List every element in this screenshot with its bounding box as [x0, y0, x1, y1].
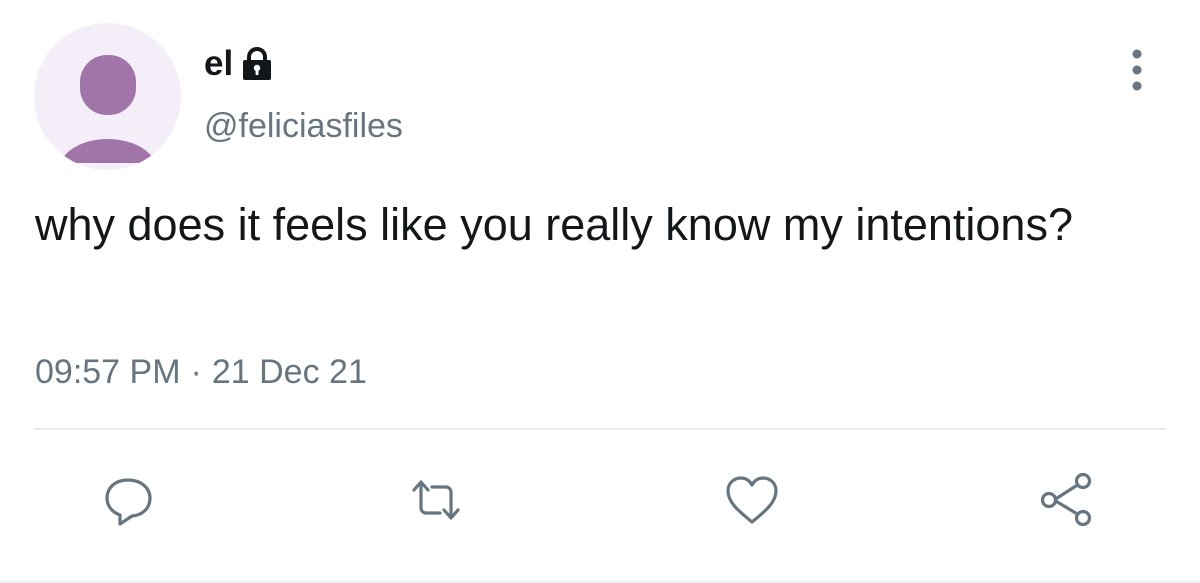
avatar[interactable]	[34, 23, 181, 170]
reply-button[interactable]	[98, 470, 158, 530]
tweet-text: why does it feels like you really know m…	[35, 199, 1073, 250]
timestamp-separator: ·	[190, 353, 202, 391]
user-handle[interactable]: @feliciasfiles	[204, 104, 403, 148]
like-button[interactable]	[722, 470, 782, 530]
share-button[interactable]	[1036, 470, 1096, 530]
share-nodes-icon	[1040, 472, 1092, 527]
lock-icon	[239, 47, 275, 81]
display-name[interactable]: el	[204, 44, 233, 84]
display-name-row: el	[204, 44, 275, 84]
more-options-icon[interactable]	[1122, 48, 1152, 92]
tweet-date: 21 Dec 21	[211, 353, 367, 391]
tweet-time: 09:57 PM	[35, 353, 181, 391]
divider	[34, 428, 1166, 430]
comment-bubble-icon	[105, 478, 152, 526]
retweet-button[interactable]	[406, 470, 466, 530]
avatar-silhouette-icon	[60, 55, 156, 163]
tweet-timestamp[interactable]: 09:57 PM · 21 Dec 21	[35, 350, 367, 394]
heart-icon	[726, 476, 778, 524]
retweet-arrows-icon	[412, 480, 460, 520]
